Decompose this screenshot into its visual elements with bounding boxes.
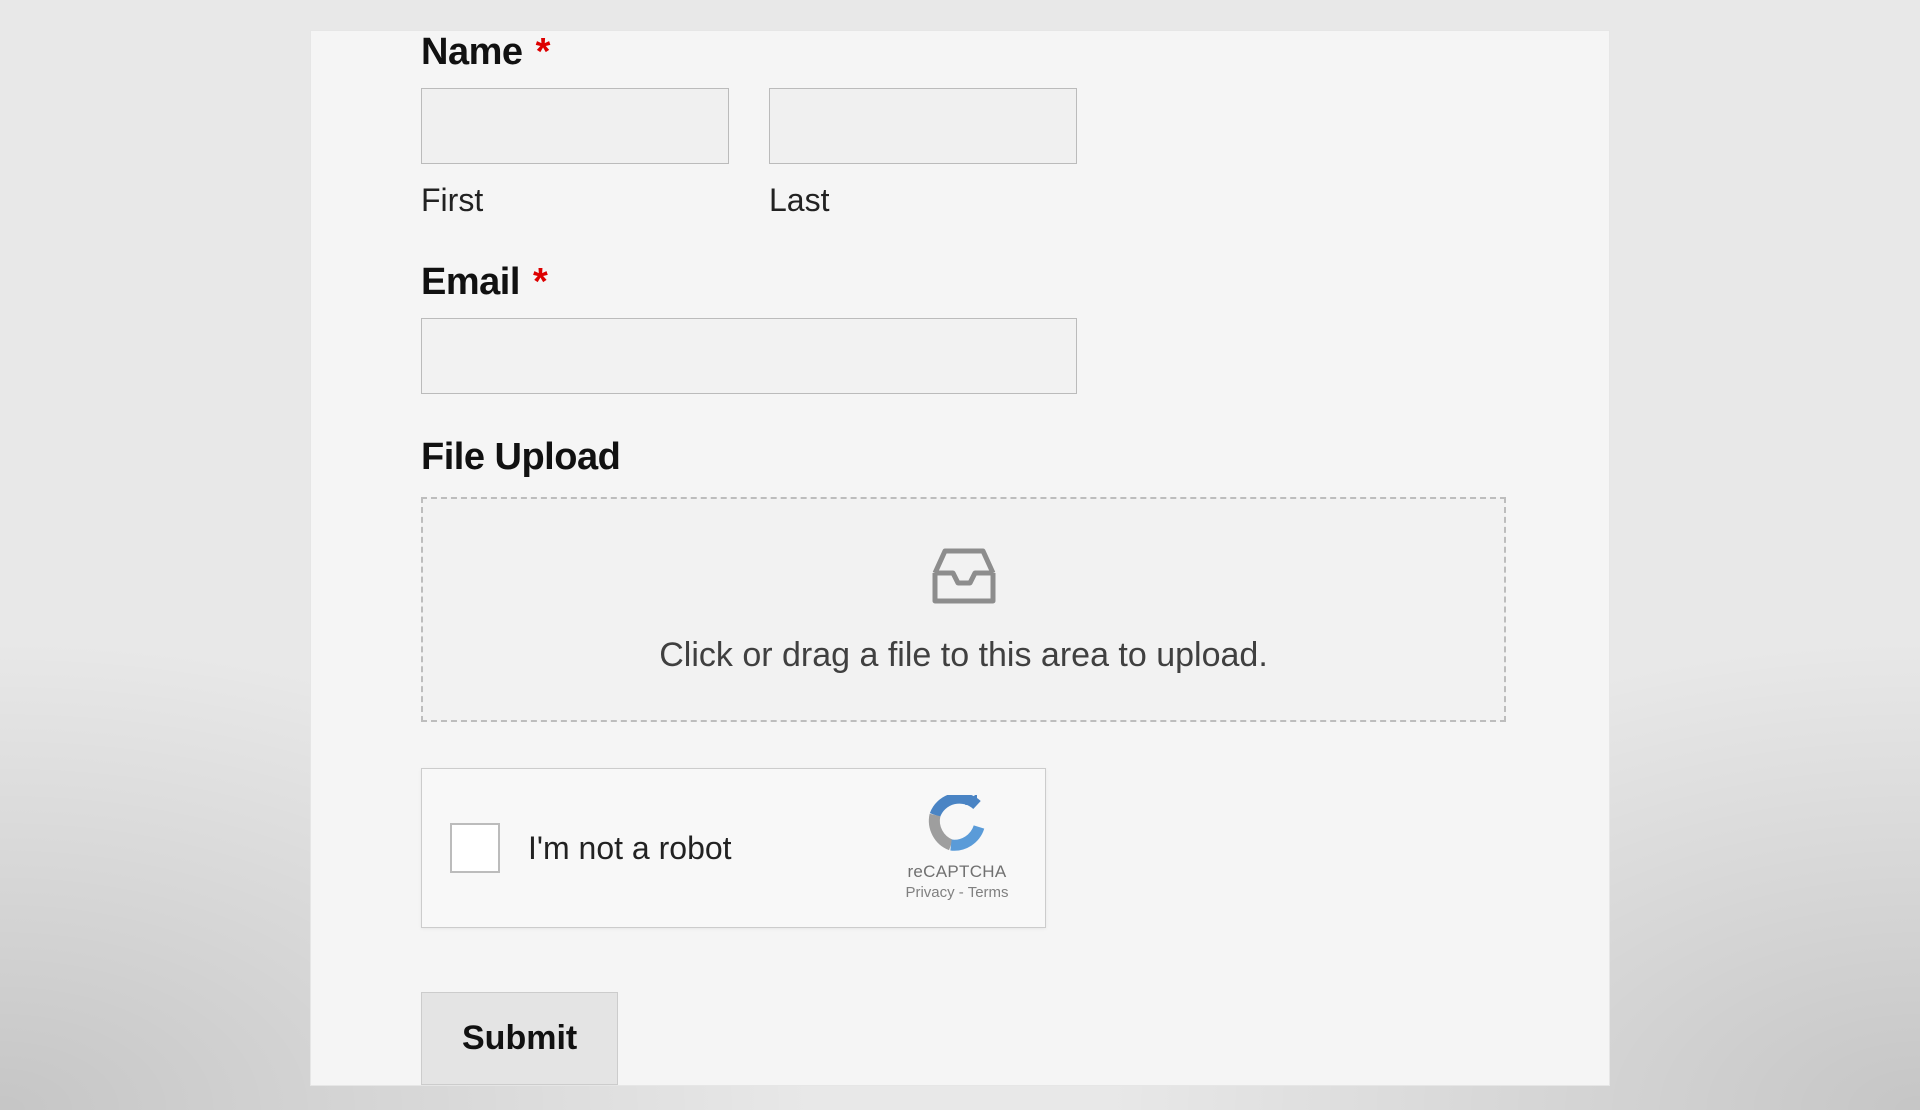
file-upload-label: File Upload xyxy=(421,436,1499,479)
recaptcha-widget: I'm not a robot reCAPTCHA Privacy - Term… xyxy=(421,768,1046,928)
email-label-text: Email xyxy=(421,261,520,303)
first-name-sublabel: First xyxy=(421,182,729,219)
first-name-input[interactable] xyxy=(421,88,729,164)
recaptcha-branding: reCAPTCHA Privacy - Terms xyxy=(897,795,1017,901)
submit-button[interactable]: Submit xyxy=(421,992,618,1085)
name-row: First Last xyxy=(421,88,1499,219)
form-card: Name * First Last Email * File Upload xyxy=(310,30,1610,1086)
inbox-icon xyxy=(929,545,999,612)
file-upload-field: File Upload Click or drag a file to this… xyxy=(421,436,1499,722)
recaptcha-link-separator: - xyxy=(955,884,968,901)
required-asterisk: * xyxy=(533,261,547,303)
last-name-sublabel: Last xyxy=(769,182,1077,219)
required-asterisk: * xyxy=(536,31,550,73)
last-name-column: Last xyxy=(769,88,1077,219)
email-field: Email * xyxy=(421,261,1499,394)
recaptcha-links: Privacy - Terms xyxy=(905,884,1008,901)
recaptcha-icon xyxy=(925,795,989,858)
name-field: Name * First Last xyxy=(421,31,1499,219)
recaptcha-checkbox[interactable] xyxy=(450,823,500,873)
recaptcha-privacy-link[interactable]: Privacy xyxy=(905,884,954,901)
recaptcha-label: I'm not a robot xyxy=(528,830,897,867)
name-label: Name * xyxy=(421,31,1499,74)
email-input[interactable] xyxy=(421,318,1077,394)
last-name-input[interactable] xyxy=(769,88,1077,164)
file-upload-dropzone[interactable]: Click or drag a file to this area to upl… xyxy=(421,497,1506,722)
recaptcha-brand-text: reCAPTCHA xyxy=(907,862,1006,882)
first-name-column: First xyxy=(421,88,729,219)
file-upload-hint: Click or drag a file to this area to upl… xyxy=(659,636,1268,675)
email-label: Email * xyxy=(421,261,1499,304)
recaptcha-terms-link[interactable]: Terms xyxy=(968,884,1009,901)
name-label-text: Name xyxy=(421,31,523,73)
